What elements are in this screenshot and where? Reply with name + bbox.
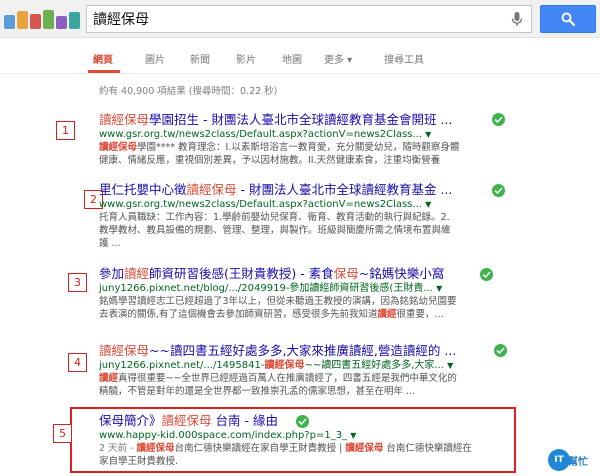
search-result: 參加讀經師資研習後感(王財貴教授) - 素食保母~銘媽快樂小窩 juny1266… <box>99 266 509 321</box>
url-dropdown-icon[interactable]: ▼ <box>447 361 453 370</box>
result-url: www.happy-kid.000space.com/index.php?p=1… <box>99 430 357 441</box>
result-snippet: 2 天前 - 讀經保母台南仁德快樂讀經在家自學王財貴教授 | 讀經保母 台南仁德… <box>99 443 472 454</box>
result-url: www.gsr.org.tw/news2class/Default.aspx?a… <box>99 199 432 210</box>
microphone-icon[interactable] <box>509 11 525 27</box>
verified-check-icon <box>296 415 309 428</box>
search-result: 讀經保母~~讀四書五經好處多多,大家來推廣讀經,營造讀經的 ... juny12… <box>99 343 509 398</box>
tab-maps[interactable]: 地圖 <box>282 51 302 66</box>
ithelp-watermark-logo: IT 幫忙 <box>548 447 598 473</box>
verified-check-icon <box>492 113 505 126</box>
annotation-number: 1 <box>56 121 75 140</box>
tab-videos[interactable]: 影片 <box>236 51 256 66</box>
url-dropdown-icon[interactable]: ▼ <box>425 130 431 139</box>
annotation-number: 4 <box>68 353 87 372</box>
result-snippet: 托育人員職缺：工作內容：1.學齡前嬰幼兒保育、衛育、教育活動的執行與紀錄。2. <box>99 212 450 223</box>
result-url: juny1266.pixnet.net/.../1495841-讀經保母~~讀四… <box>99 360 454 371</box>
annotation-number: 5 <box>53 424 72 443</box>
search-result: 讀經保母學園招生 - 財團法人臺北市全球讀經教育基金會開班 ... www.gs… <box>99 112 509 167</box>
result-snippet: 銘媽學習讀經志工已經超過了3年以上，但從未聽過王教授的演講，因為銘銘幼兒園要 <box>99 296 457 307</box>
tab-search-tools[interactable]: 搜尋工具 <box>384 51 424 66</box>
result-snippet: 讀經真得很重要~~全世界已經經過百萬人在推廣讀經了，四書五經是我們中華文化的 <box>99 373 457 384</box>
verified-check-icon <box>480 268 493 281</box>
result-stats: 約有 40,900 項結果 (搜尋時間：0.22 秒) <box>99 86 278 97</box>
result-snippet: 去表演的關係,有了這個機會去參加師資研習，感受很多先前我知道讀經很重要，... <box>99 309 444 320</box>
annotation-number: 3 <box>68 273 87 292</box>
tab-web[interactable]: 網頁 <box>93 51 113 66</box>
url-dropdown-icon[interactable]: ▼ <box>436 284 442 293</box>
result-snippet: 家自學王財貴教授. <box>99 456 179 467</box>
result-snippet: 讀經保母學園**** 教育理念：I.以素斯培浴言一教育愛，充分關愛幼兒，隨時觀察… <box>99 142 460 153</box>
search-tabs: 網頁 圖片 新聞 影片 地圖 更多 ▾ 搜尋工具 <box>0 38 600 74</box>
result-snippet: 教學教材、教具設備的規劃、管理、整理，與製作。班級與簡慶所需之情境布置與維 <box>99 225 451 236</box>
result-url: juny1266.pixnet.net/blog/.../2049919-參加讀… <box>99 283 443 294</box>
result-snippet: 精髓，不管是對年的還是全世界都一致推崇孔孟的儒家思想，甚至在明年 ... <box>99 386 416 397</box>
tab-images[interactable]: 圖片 <box>145 51 165 66</box>
doodle-logo[interactable] <box>4 9 80 29</box>
search-box[interactable] <box>86 5 532 33</box>
search-result: 里仁托嬰中心徵讀經保母 - 財團法人臺北市全球讀經教育基金 ... www.gs… <box>99 182 509 250</box>
search-icon <box>561 12 575 26</box>
result-title-link[interactable]: 讀經保母學園招生 - 財團法人臺北市全球讀經教育基金會開班 ... <box>99 112 509 128</box>
verified-check-icon <box>492 184 505 197</box>
url-dropdown-icon[interactable]: ▼ <box>350 431 356 440</box>
tab-news[interactable]: 新聞 <box>190 51 210 66</box>
result-title-link[interactable]: 讀經保母~~讀四書五經好處多多,大家來推廣讀經,營造讀經的 ... <box>99 343 509 359</box>
tab-more[interactable]: 更多 ▾ <box>324 51 352 66</box>
result-url: www.gsr.org.tw/news2class/Default.aspx?a… <box>99 129 432 140</box>
active-tab-indicator <box>88 70 120 73</box>
result-title-link[interactable]: 參加讀經師資研習後感(王財貴教授) - 素食保母~銘媽快樂小窩 <box>99 266 509 282</box>
result-snippet: 健康、情緒反應，重視個別差異，予以因材施教。II.天然健康素食，注重均衡營養 <box>99 155 441 166</box>
url-dropdown-icon[interactable]: ▼ <box>425 200 431 209</box>
search-header <box>0 0 600 38</box>
search-button[interactable] <box>540 5 596 33</box>
result-title-link[interactable]: 里仁托嬰中心徵讀經保母 - 財團法人臺北市全球讀經教育基金 ... <box>99 182 509 198</box>
result-snippet: 護 ... <box>99 238 121 249</box>
verified-check-icon <box>494 344 507 357</box>
search-input[interactable] <box>93 9 493 29</box>
